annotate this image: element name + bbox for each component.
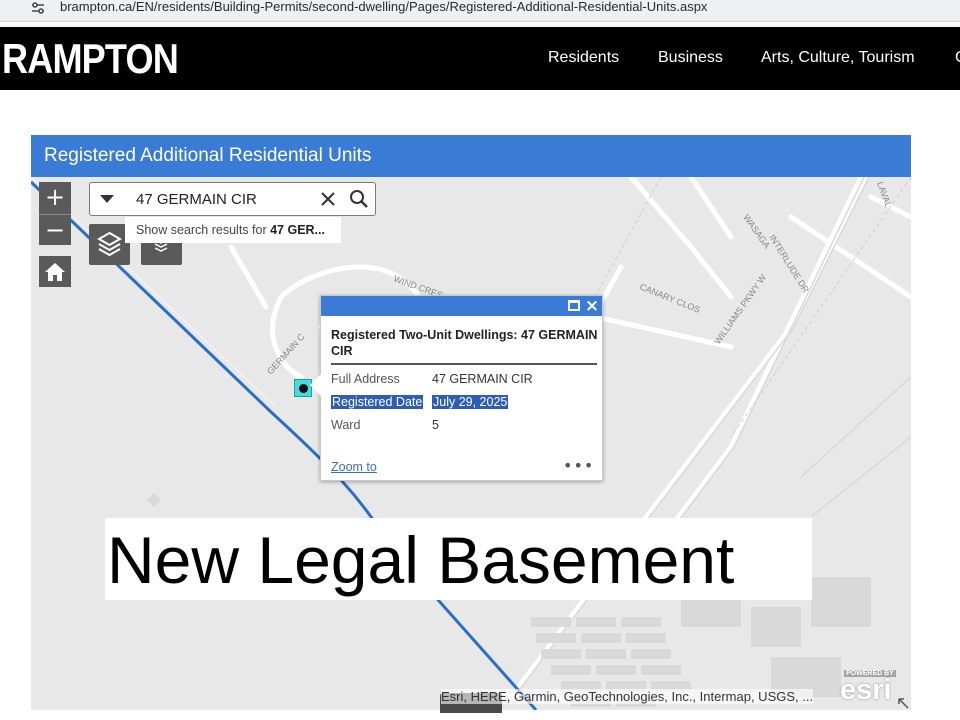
site-header: RAMPTON Residents Business Arts, Culture…	[0, 27, 960, 90]
home-button[interactable]	[39, 256, 71, 287]
layers-icon	[96, 231, 123, 257]
search-icon[interactable]	[348, 188, 370, 210]
street-label-laval: LAVAL	[875, 180, 894, 208]
zoom-in-button[interactable]: +	[39, 182, 71, 213]
search-suggestion[interactable]: Show search results for 47 GER...	[125, 217, 341, 243]
field-label-registered-date: Registered Date	[331, 395, 424, 409]
maximize-icon[interactable]	[568, 300, 580, 311]
nav-item-residents[interactable]: Residents	[548, 49, 619, 67]
resize-icon[interactable]	[897, 697, 910, 710]
map-attribution[interactable]: Esri, HERE, Garmin, GeoTechnologies, Inc…	[441, 689, 814, 704]
nav-item-arts-culture-tourism[interactable]: Arts, Culture, Tourism	[761, 49, 915, 67]
clear-search-icon[interactable]	[318, 189, 338, 209]
layer-list-button[interactable]	[89, 224, 130, 265]
map-app: Registered Additional Residential Units	[31, 135, 911, 710]
field-value-ward: 5	[432, 418, 439, 432]
suggestion-term: 47 GER...	[270, 223, 325, 237]
suggestion-prefix: Show search results for	[136, 223, 271, 237]
brampton-logo[interactable]: RAMPTON	[2, 37, 179, 81]
map-view[interactable]: WASAGA INTERLUDE DR CANARY CLOS WILLIAMS…	[31, 177, 911, 710]
field-value-registered-date: July 29, 2025	[432, 395, 509, 409]
zoom-to-link[interactable]: Zoom to	[331, 460, 377, 474]
close-icon[interactable]: ×	[584, 296, 600, 316]
search-source-dropdown[interactable]	[100, 195, 114, 203]
marker-dot	[299, 384, 308, 393]
url-text[interactable]: brampton.ca/EN/residents/Building-Permit…	[60, 0, 707, 14]
street-label-canary: CANARY CLOS	[638, 282, 701, 315]
browser-address-bar[interactable]: brampton.ca/EN/residents/Building-Permit…	[0, 0, 960, 22]
search-input[interactable]: 47 GERMAIN CIR	[136, 191, 257, 208]
zoom-controls: + −	[39, 182, 71, 245]
overlay-caption-text: New Legal Basement	[107, 523, 735, 597]
more-actions-button[interactable]: •••	[563, 456, 594, 475]
popup-divider	[331, 363, 597, 365]
street-label-interlude: INTERLUDE DR	[767, 233, 811, 295]
street-label-wasaga: WASAGA	[741, 212, 772, 250]
home-icon	[45, 263, 65, 281]
popup-titlebar: ×	[321, 296, 602, 316]
address-search: 47 GERMAIN CIR	[89, 182, 376, 216]
nav-item-business[interactable]: Business	[658, 49, 723, 67]
esri-wordmark: esri	[840, 674, 892, 706]
app-title: Registered Additional Residential Units	[44, 145, 372, 166]
app-header: Registered Additional Residential Units	[31, 135, 911, 177]
feature-popup: × Registered Two-Unit Dwellings: 47 GERM…	[310, 295, 603, 481]
site-settings-icon[interactable]	[30, 1, 46, 15]
field-label-full-address: Full Address	[331, 372, 400, 386]
overlay-caption: New Legal Basement	[105, 518, 812, 600]
zoom-out-button[interactable]: −	[39, 214, 71, 245]
field-label-ward: Ward	[331, 418, 361, 432]
popup-title: Registered Two-Unit Dwellings: 47 GERMAI…	[331, 328, 598, 358]
nav-item-truncated[interactable]: C	[955, 49, 960, 67]
popup-pointer	[310, 374, 321, 396]
field-value-full-address: 47 GERMAIN CIR	[432, 372, 533, 386]
